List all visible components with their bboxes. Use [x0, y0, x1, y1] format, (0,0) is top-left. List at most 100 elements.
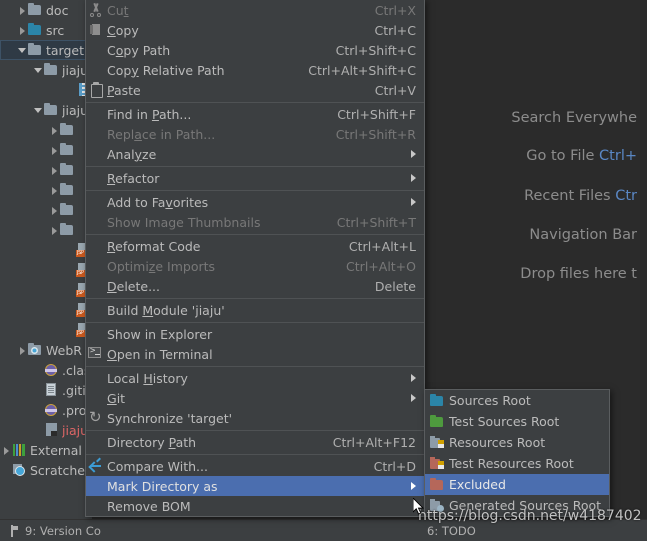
tree-item[interactable]: target	[0, 40, 92, 60]
submenu-item-excluded[interactable]: Excluded	[425, 474, 609, 495]
menu-item-label: Local History	[107, 370, 188, 386]
tree-item-label: src	[46, 22, 65, 38]
tree-item[interactable]	[0, 160, 92, 180]
tree-item[interactable]: jiaju.im	[0, 420, 92, 440]
menu-item-add-to-favorites[interactable]: Add to Favorites	[86, 192, 424, 212]
menu-item-reformat-code[interactable]: Reformat Code Ctrl+Alt+L	[86, 236, 424, 256]
folder-icon	[59, 122, 75, 138]
menu-item-shortcut: Ctrl+C	[374, 22, 416, 38]
tree-item[interactable]: src	[0, 20, 92, 40]
submenu-item-label: Test Sources Root	[449, 414, 560, 429]
tree-item[interactable]: doc	[0, 0, 92, 20]
menu-item-label: Show in Explorer	[107, 326, 213, 342]
menu-item-find-in-path[interactable]: Find in Path... Ctrl+Shift+F	[86, 104, 424, 124]
menu-item-open-in-terminal[interactable]: Open in Terminal	[86, 344, 424, 364]
tree-item[interactable]: Scratches	[0, 460, 92, 480]
tree-item[interactable]: External L	[0, 440, 92, 460]
chevron-right-icon	[411, 482, 416, 490]
tree-item[interactable]	[0, 300, 92, 320]
tree-item[interactable]	[0, 260, 92, 280]
submenu-item-test-sources-root[interactable]: Test Sources Root	[425, 411, 609, 432]
menu-item-label: Show Image Thumbnails	[107, 214, 261, 230]
chevron-right-icon[interactable]	[18, 346, 27, 355]
menu-item-local-history[interactable]: Local History	[86, 368, 424, 388]
submenu-item-sources-root[interactable]: Sources Root	[425, 390, 609, 411]
hint-label: Recent Files	[524, 188, 616, 204]
tree-item-label: Scratches	[30, 462, 92, 478]
tree-item[interactable]	[0, 200, 92, 220]
chevron-down-icon[interactable]	[34, 66, 43, 75]
menu-item-copy-relative-path[interactable]: Copy Relative Path Ctrl+Alt+Shift+C	[86, 60, 424, 80]
menu-item-copy[interactable]: Copy Ctrl+C	[86, 20, 424, 40]
chevron-right-icon[interactable]	[50, 166, 59, 175]
terminal-icon	[88, 346, 101, 358]
chevron-right-icon[interactable]	[50, 146, 59, 155]
menu-item-directory-path[interactable]: Directory Path Ctrl+Alt+F12	[86, 432, 424, 452]
tree-item[interactable]	[0, 180, 92, 200]
hint-recent-files: Recent Files Ctr	[524, 188, 637, 204]
tree-item[interactable]	[0, 240, 92, 260]
menu-item-show-image-thumbnails: Show Image Thumbnails Ctrl+Shift+T	[86, 212, 424, 232]
chevron-right-icon[interactable]	[18, 26, 27, 35]
menu-item-build-module-jiaju[interactable]: Build Module 'jiaju'	[86, 300, 424, 320]
status-todo[interactable]: 6: TODO	[427, 524, 476, 538]
status-version-control-label: 9: Version Co	[25, 524, 101, 538]
chevron-down-icon[interactable]	[18, 46, 27, 55]
tree-item[interactable]	[0, 120, 92, 140]
chevron-right-icon[interactable]	[50, 186, 59, 195]
tree-item[interactable]	[0, 220, 92, 240]
chevron-right-icon[interactable]	[18, 6, 27, 15]
menu-item-label: Mark Directory as	[107, 478, 218, 494]
tree-item[interactable]: .classp	[0, 360, 92, 380]
chevron-right-icon[interactable]	[2, 446, 11, 455]
tree-item[interactable]: WebR	[0, 340, 92, 360]
menu-separator	[86, 430, 424, 431]
scratches-icon	[11, 462, 27, 478]
menu-item-remove-bom[interactable]: Remove BOM	[86, 496, 424, 516]
tree-item[interactable]	[0, 320, 92, 340]
menu-item-show-in-explorer[interactable]: Show in Explorer	[86, 324, 424, 344]
tree-item[interactable]: jiaju	[0, 60, 92, 80]
submenu-item-resources-root[interactable]: Resources Root	[425, 432, 609, 453]
menu-item-synchronize-target[interactable]: Synchronize 'target'	[86, 408, 424, 428]
menu-item-copy-path[interactable]: Copy Path Ctrl+Shift+C	[86, 40, 424, 60]
mark-directory-as-submenu[interactable]: Sources Root Test Sources Root Resources R…	[424, 389, 610, 517]
tree-item[interactable]: .proje	[0, 400, 92, 420]
tree-item[interactable]: .	[0, 80, 92, 100]
chevron-down-icon[interactable]	[34, 106, 43, 115]
menu-item-cut: Cut Ctrl+X	[86, 0, 424, 20]
hint-navigation-bar: Navigation Bar	[529, 227, 637, 243]
folder-icon	[59, 222, 75, 238]
menu-item-delete[interactable]: Delete... Delete	[86, 276, 424, 296]
menu-item-label: Compare With...	[107, 458, 208, 474]
chevron-right-icon[interactable]	[50, 126, 59, 135]
menu-item-mark-directory-as[interactable]: Mark Directory as	[86, 476, 424, 496]
submenu-item-test-resources-root[interactable]: Test Resources Root	[425, 453, 609, 474]
menu-item-shortcut: Ctrl+Shift+F	[337, 106, 416, 122]
chevron-right-icon	[411, 374, 416, 382]
chevron-right-icon[interactable]	[50, 206, 59, 215]
menu-item-paste[interactable]: Paste Ctrl+V	[86, 80, 424, 100]
menu-item-git[interactable]: Git	[86, 388, 424, 408]
project-tree-panel[interactable]: doc src target jiaju.jiaju WebR .classp.gitig…	[0, 0, 92, 519]
folder-red-icon	[429, 477, 445, 493]
menu-separator	[86, 366, 424, 367]
hint-search-everywhere: Search Everywhe	[511, 110, 637, 126]
tree-item[interactable]: jiaju	[0, 100, 92, 120]
tree-item[interactable]	[0, 140, 92, 160]
menu-item-compare-with[interactable]: Compare With... Ctrl+D	[86, 456, 424, 476]
status-version-control[interactable]: 9: Version Co	[10, 524, 101, 538]
chevron-right-icon[interactable]	[50, 226, 59, 235]
tree-item[interactable]: .gitign	[0, 380, 92, 400]
menu-item-refactor[interactable]: Refactor	[86, 168, 424, 188]
tree-item[interactable]	[0, 280, 92, 300]
menu-item-analyze[interactable]: Analyze	[86, 144, 424, 164]
menu-separator	[86, 298, 424, 299]
context-menu[interactable]: Cut Ctrl+X Copy Ctrl+C Copy Path Ctrl+Shift+C…	[85, 0, 425, 517]
